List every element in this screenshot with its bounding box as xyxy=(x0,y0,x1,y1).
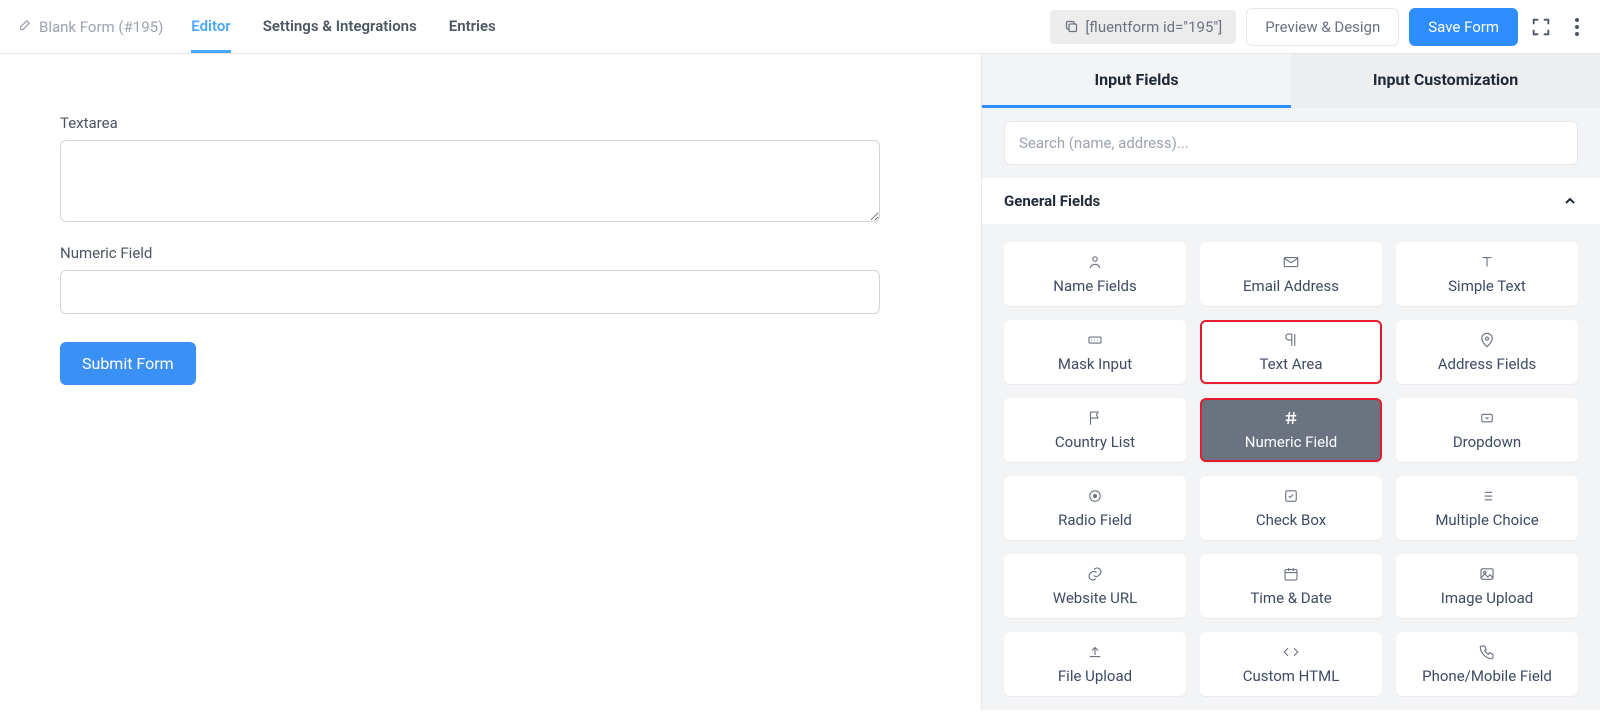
field-custom-html[interactable]: Custom HTML xyxy=(1200,632,1382,696)
field-country-list[interactable]: Country List xyxy=(1004,398,1186,462)
canvas-textarea-block[interactable]: Textarea xyxy=(60,114,921,226)
canvas-numeric-block[interactable]: Numeric Field xyxy=(60,244,921,314)
tab-input-customization[interactable]: Input Customization xyxy=(1291,54,1600,108)
pin-icon xyxy=(1478,331,1496,349)
field-grid: Name Fields Email Address Simple Text Ma… xyxy=(982,224,1600,714)
field-time-date[interactable]: Time & Date xyxy=(1200,554,1382,618)
textarea-label: Textarea xyxy=(60,114,921,132)
field-text-area[interactable]: Text Area xyxy=(1200,320,1382,384)
calendar-icon xyxy=(1282,565,1300,583)
more-menu-icon[interactable] xyxy=(1564,14,1590,40)
tab-settings[interactable]: Settings & Integrations xyxy=(263,0,417,53)
radio-icon xyxy=(1086,487,1104,505)
upload-icon xyxy=(1086,643,1104,661)
code-icon xyxy=(1282,643,1300,661)
link-icon xyxy=(1086,565,1104,583)
image-icon xyxy=(1478,565,1496,583)
field-radio-field[interactable]: Radio Field xyxy=(1004,476,1186,540)
hash-icon xyxy=(1282,409,1300,427)
paragraph-icon xyxy=(1282,331,1300,349)
dropdown-icon xyxy=(1478,409,1496,427)
textarea-input[interactable] xyxy=(60,140,880,222)
field-dropdown[interactable]: Dropdown xyxy=(1396,398,1578,462)
search-wrap xyxy=(982,108,1600,178)
sidebar-tabs: Input Fields Input Customization xyxy=(982,54,1600,108)
numeric-input[interactable] xyxy=(60,270,880,314)
field-address-fields[interactable]: Address Fields xyxy=(1396,320,1578,384)
pencil-icon xyxy=(18,17,33,36)
section-general-fields[interactable]: General Fields xyxy=(982,178,1600,224)
field-website-url[interactable]: Website URL xyxy=(1004,554,1186,618)
keyboard-icon xyxy=(1086,331,1104,349)
field-image-upload[interactable]: Image Upload xyxy=(1396,554,1578,618)
field-name-fields[interactable]: Name Fields xyxy=(1004,242,1186,306)
list-icon xyxy=(1478,487,1496,505)
copy-icon xyxy=(1064,19,1079,34)
form-canvas: Textarea Numeric Field Submit Form xyxy=(0,54,982,710)
field-phone-mobile[interactable]: Phone/Mobile Field xyxy=(1396,632,1578,696)
field-numeric-field[interactable]: Numeric Field xyxy=(1200,398,1382,462)
form-title: Blank Form (#195) xyxy=(39,18,163,36)
phone-icon xyxy=(1478,643,1496,661)
preview-design-button[interactable]: Preview & Design xyxy=(1246,8,1399,46)
search-input[interactable] xyxy=(1004,121,1578,165)
save-form-button[interactable]: Save Form xyxy=(1409,8,1518,46)
field-mask-input[interactable]: Mask Input xyxy=(1004,320,1186,384)
form-title-block[interactable]: Blank Form (#195) xyxy=(18,17,163,36)
checkbox-icon xyxy=(1282,487,1300,505)
sidebar: Input Fields Input Customization General… xyxy=(982,54,1600,710)
main-layout: Textarea Numeric Field Submit Form Input… xyxy=(0,54,1600,710)
fullscreen-icon[interactable] xyxy=(1528,14,1554,40)
submit-button[interactable]: Submit Form xyxy=(60,342,196,385)
tab-entries[interactable]: Entries xyxy=(449,0,496,53)
field-multiple-choice[interactable]: Multiple Choice xyxy=(1396,476,1578,540)
field-file-upload[interactable]: File Upload xyxy=(1004,632,1186,696)
shortcode-box[interactable]: [fluentform id="195"] xyxy=(1050,10,1236,44)
tab-input-fields[interactable]: Input Fields xyxy=(982,54,1291,108)
text-icon xyxy=(1478,253,1496,271)
topbar: Blank Form (#195) Editor Settings & Inte… xyxy=(0,0,1600,54)
topbar-right: [fluentform id="195"] Preview & Design S… xyxy=(1050,8,1590,46)
user-icon xyxy=(1086,253,1104,271)
chevron-up-icon xyxy=(1562,193,1578,209)
flag-icon xyxy=(1086,409,1104,427)
mail-icon xyxy=(1282,253,1300,271)
field-check-box[interactable]: Check Box xyxy=(1200,476,1382,540)
tab-editor[interactable]: Editor xyxy=(191,0,230,53)
field-email-address[interactable]: Email Address xyxy=(1200,242,1382,306)
shortcode-text: [fluentform id="195"] xyxy=(1085,18,1222,36)
numeric-label: Numeric Field xyxy=(60,244,921,262)
section-title: General Fields xyxy=(1004,192,1100,210)
field-simple-text[interactable]: Simple Text xyxy=(1396,242,1578,306)
main-tabs: Editor Settings & Integrations Entries xyxy=(191,0,495,53)
